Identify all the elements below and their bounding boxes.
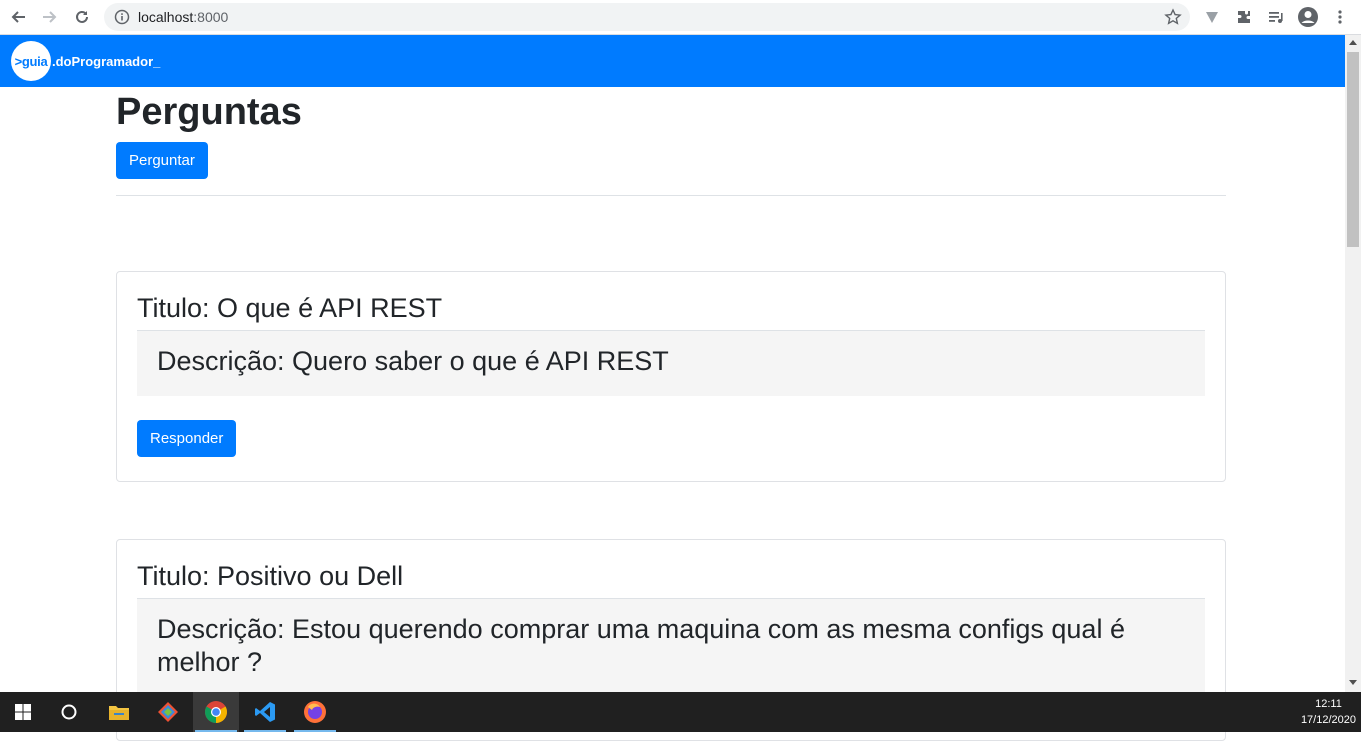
main-content: Perguntas Perguntar (116, 87, 1226, 196)
logo-text: .doProgramador_ (52, 53, 161, 69)
profile-icon[interactable] (1296, 5, 1320, 29)
clock-time: 12:11 (1315, 698, 1342, 710)
question-description: Descrição: Estou querendo comprar uma ma… (137, 598, 1205, 697)
page-title: Perguntas (116, 91, 302, 133)
app-navbar: >guia .doProgramador_ (0, 35, 1345, 87)
question-title: Titulo: O que é API REST (137, 293, 443, 323)
question-card: Titulo: O que é API REST Descrição: Quer… (116, 271, 1226, 482)
vscode-icon[interactable] (242, 692, 288, 732)
address-bar[interactable]: localhost:8000 (104, 3, 1190, 31)
media-icon[interactable] (1264, 5, 1288, 29)
question-title: Titulo: Positivo ou Dell (137, 561, 404, 591)
star-icon[interactable] (1164, 8, 1182, 31)
page-scrollbar[interactable] (1345, 35, 1361, 692)
scroll-up-icon[interactable] (1349, 40, 1357, 45)
site-logo[interactable]: >guia .doProgramador_ (11, 41, 160, 81)
file-explorer-icon[interactable] (96, 692, 142, 732)
windows-start-icon[interactable] (0, 692, 46, 732)
scroll-thumb[interactable] (1347, 52, 1359, 247)
clock-date: 17/12/2020 (1300, 714, 1356, 726)
firefox-icon[interactable] (292, 692, 338, 732)
question-description: Descrição: Quero saber o que é API REST (137, 330, 1205, 396)
menu-icon[interactable] (1328, 5, 1352, 29)
reload-icon[interactable] (70, 5, 94, 29)
logo-badge: >guia (11, 41, 51, 81)
git-icon[interactable] (145, 692, 191, 732)
browser-toolbar: localhost:8000 (0, 0, 1361, 35)
scroll-down-icon[interactable] (1349, 680, 1357, 685)
windows-taskbar: 12:11 17/12/2020 (0, 692, 1361, 732)
info-icon[interactable] (114, 9, 130, 30)
vpn-icon[interactable] (1200, 5, 1224, 29)
header-divider (116, 194, 1226, 196)
forward-icon[interactable] (38, 5, 62, 29)
search-icon[interactable] (46, 692, 92, 732)
extensions-icon[interactable] (1232, 5, 1256, 29)
back-icon[interactable] (6, 5, 30, 29)
url-text: localhost:8000 (138, 9, 229, 25)
answer-button[interactable]: Responder (137, 419, 237, 457)
chrome-icon[interactable] (193, 692, 239, 732)
ask-question-button[interactable]: Perguntar (116, 141, 208, 179)
system-clock[interactable]: 12:11 17/12/2020 (1301, 696, 1356, 728)
